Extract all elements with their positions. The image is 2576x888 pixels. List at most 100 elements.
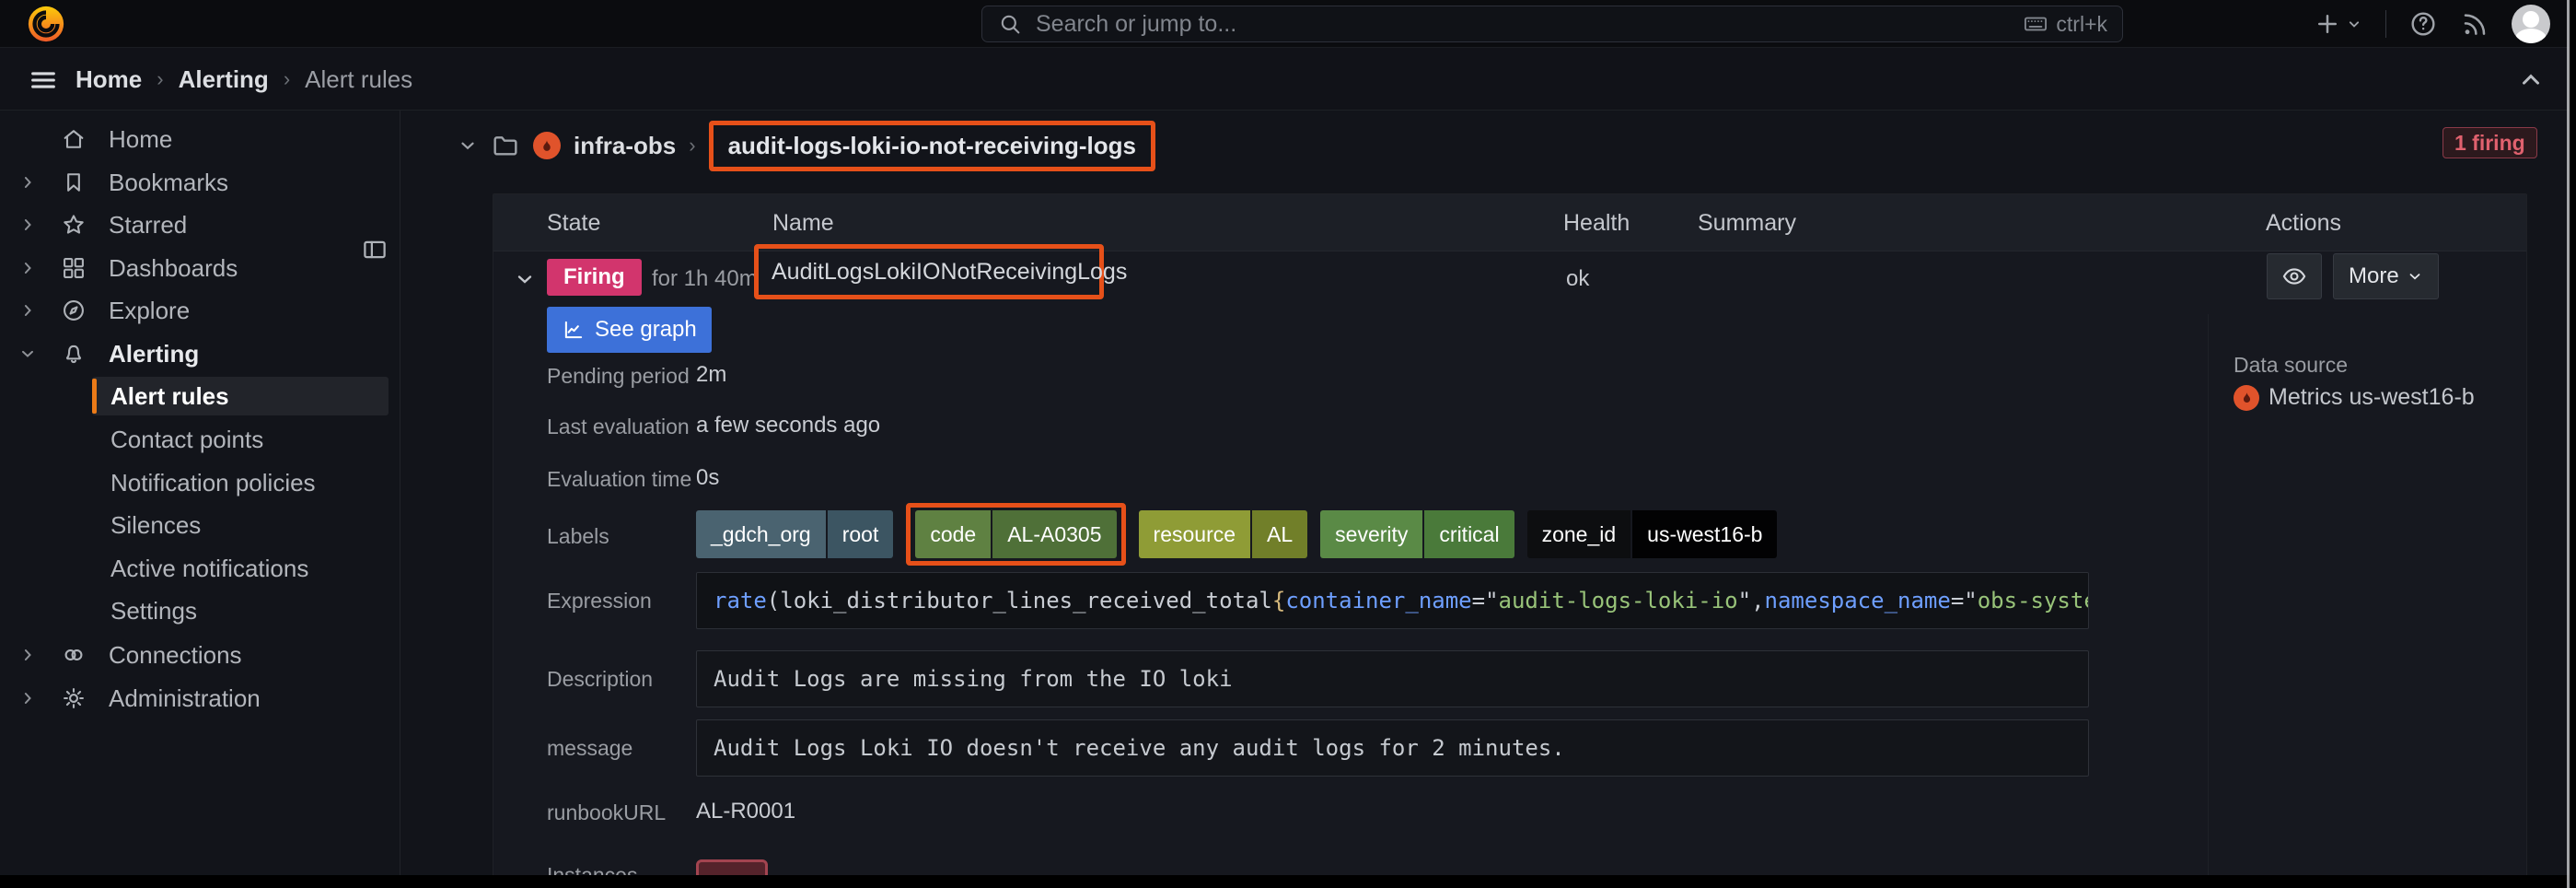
expression-title: Expression [547,589,652,613]
help-icon[interactable] [2408,9,2438,39]
sidebar-item-active-notifications[interactable]: Active notifications [0,549,400,588]
star-icon [61,212,88,238]
sidebar-item-alert-rules[interactable]: Alert rules [0,377,400,415]
breadcrumb-separator [689,134,695,158]
menu-icon[interactable] [28,64,59,96]
sidebar-item-label: Explore [109,297,190,325]
health-value: ok [1566,266,1589,292]
sidebar-item-dashboards[interactable]: Dashboards [0,249,400,287]
new-button[interactable] [2314,10,2363,38]
sidebar-item-silences[interactable]: Silences [0,506,400,544]
description-value: Audit Logs are missing from the IO loki [696,650,2089,707]
datasource-name[interactable]: Metrics us-west16-b [2269,384,2475,411]
news-icon[interactable] [2460,9,2489,39]
rule-breadcrumb: infra-obs audit-logs-loki-io-not-receivi… [458,120,1155,171]
runbook-value: AL-R0001 [696,799,795,824]
chevron-right-icon[interactable] [18,216,41,234]
pending-period-value: 2m [696,362,726,388]
breadcrumb-separator [284,67,290,91]
sidebar-item-settings[interactable]: Settings [0,591,400,630]
chevron-right-icon[interactable] [18,173,41,192]
sidebar-item-label: Connections [109,641,242,670]
datasource-title: Data source [2234,353,2348,378]
sidebar-item-bookmarks[interactable]: Bookmarks [0,163,400,202]
column-header-actions: Actions [2266,194,2341,251]
top-bar: ctrl+k [0,0,2576,48]
panel-divider [2208,314,2209,876]
chart-line-icon [562,318,586,342]
window-bottom-edge [0,875,2576,888]
row-expand-chevron-icon[interactable] [514,268,536,290]
body: Home BookmarksStarred Dashboards Explore Ale… [0,111,2576,888]
sidebar-item-label: Settings [110,597,197,625]
bookmark-icon [61,169,88,195]
last-evaluation-value: a few seconds ago [696,413,880,438]
label-badge-zone_id: zone_idus-west16-b [1527,510,1778,558]
sidebar-item-home[interactable]: Home [0,120,400,158]
alert-rule-panel: State Name Health Summary Actions Firing… [493,193,2527,877]
chevron-right-icon[interactable] [18,301,41,320]
sidebar-item-label: Administration [109,684,261,713]
label-badge-code: codeAL-A0305 [915,510,1116,558]
sidebar-item-contact-points[interactable]: Contact points [0,420,400,459]
label-badge-resource: resourceAL [1139,510,1308,558]
see-graph-label: See graph [595,317,697,343]
sidebar-item-administration[interactable]: Administration [0,679,400,718]
sidebar-item-alerting[interactable]: Alerting [0,334,400,373]
more-button[interactable]: More [2333,253,2439,299]
user-avatar[interactable] [2512,5,2550,43]
shortcut-hint: ctrl+k [2023,11,2107,37]
evaluation-time-value: 0s [696,465,719,491]
more-button-label: More [2349,263,2399,289]
alert-rule-name: AuditLogsLokiIONotReceivingLogs [772,259,1127,286]
folder-icon [491,131,520,160]
column-header-state: State [547,194,600,251]
labels-row: _gdch_orgrootcodeAL-A0305resourceALsever… [696,504,1777,565]
topbar-actions [2314,0,2550,48]
chevron-right-icon[interactable] [18,646,41,664]
search-bar[interactable]: ctrl+k [981,6,2123,42]
search-input[interactable] [1034,10,2012,39]
state-badge: Firing [547,259,642,296]
sidebar-item-starred[interactable]: Starred [0,205,400,244]
column-header-summary: Summary [1698,194,1796,251]
eye-icon [2281,263,2307,289]
view-rule-button[interactable] [2267,253,2322,299]
labels-title: Labels [547,524,609,549]
chevron-up-icon[interactable] [2517,66,2545,94]
see-graph-button[interactable]: See graph [547,307,712,353]
firing-count-badge: 1 firing [2443,127,2537,158]
sidebar-item-label: Alert rules [110,382,229,411]
chevron-down-icon [2345,15,2363,33]
keyboard-icon [2023,11,2048,37]
topbar-divider [2385,10,2386,38]
chevron-right-icon[interactable] [18,259,41,277]
plus-icon [2314,10,2341,38]
grafana-app: ctrl+k Home Alerting Alert rules [0,0,2576,888]
chevron-down-icon[interactable] [458,135,478,156]
sidebar-item-label: Dashboards [109,254,238,283]
folder-name[interactable]: infra-obs [574,132,676,160]
rule-table-header: State Name Health Summary Actions [493,194,2527,251]
chevron-down-icon[interactable] [18,345,41,363]
sidebar-item-label: Silences [110,511,201,540]
breadcrumb-alerting[interactable]: Alerting [179,65,269,94]
column-header-name: Name [772,194,834,251]
annotation-box-rule-name: audit-logs-loki-io-not-receiving-logs [709,121,1155,171]
grafana-logo-icon[interactable] [26,4,66,44]
runbook-title: runbookURL [547,800,666,825]
cog-icon [61,685,88,711]
rule-group-name: audit-logs-loki-io-not-receiving-logs [728,132,1136,159]
main-content: infra-obs audit-logs-loki-io-not-receivi… [400,111,2576,888]
sidebar-item-explore[interactable]: Explore [0,291,400,330]
breadcrumb: Home Alerting Alert rules [75,48,412,111]
sidebar-item-label: Active notifications [110,555,308,583]
sidebar-item-connections[interactable]: Connections [0,636,400,674]
chevron-right-icon[interactable] [18,689,41,707]
sidebar-item-notification-policies[interactable]: Notification policies [0,463,400,502]
breadcrumb-alert-rules: Alert rules [305,65,412,94]
pending-period-label: Pending period [547,364,690,389]
breadcrumb-home[interactable]: Home [75,65,142,94]
grafana-folder-icon [533,132,561,159]
sidebar-item-label: Home [109,125,172,154]
